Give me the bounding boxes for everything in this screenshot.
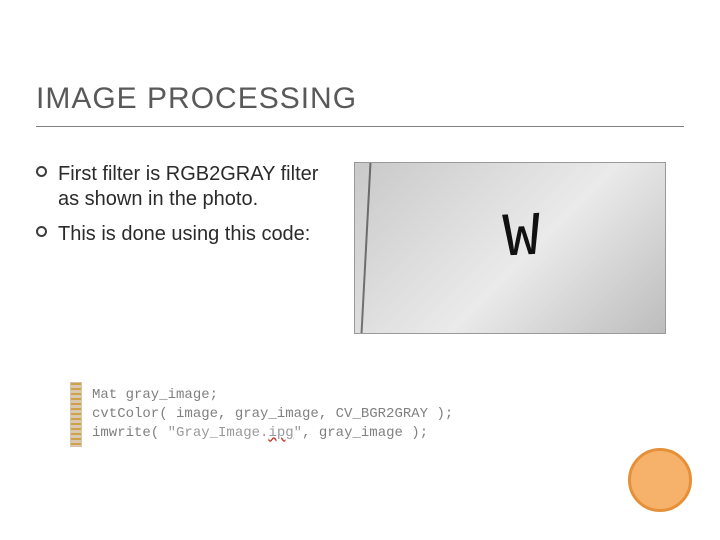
bullet-text: First filter is RGB2GRAY filter as shown…: [58, 163, 318, 210]
code-line: cvtColor( image, gray_image, CV_BGR2GRAY…: [92, 406, 453, 422]
bullet-text: This is done using this code:: [58, 223, 310, 245]
code-text: Mat gray_image; cvtColor( image, gray_im…: [82, 382, 590, 447]
spellcheck-underline-icon: ipg: [268, 425, 293, 441]
bullet-icon: [36, 166, 47, 177]
grayscale-photo: W: [354, 162, 666, 334]
accent-circle-icon: [628, 448, 692, 512]
page-title: IMAGE PROCESSING: [36, 82, 684, 127]
content-row: First filter is RGB2GRAY filter as shown…: [36, 162, 684, 334]
bullet-list: First filter is RGB2GRAY filter as shown…: [36, 162, 336, 334]
code-line: imwrite( "Gray_Image.ipg", gray_image );: [92, 425, 428, 441]
code-block: Mat gray_image; cvtColor( image, gray_im…: [70, 382, 590, 447]
photo-container: W: [354, 162, 684, 334]
code-line: Mat gray_image;: [92, 387, 218, 403]
paper-edge: [361, 163, 372, 333]
slide: IMAGE PROCESSING First filter is RGB2GRA…: [0, 0, 720, 540]
letter-w: W: [502, 201, 543, 274]
list-item: This is done using this code:: [36, 222, 336, 247]
bullet-icon: [36, 226, 47, 237]
list-item: First filter is RGB2GRAY filter as shown…: [36, 162, 336, 212]
code-ruler-icon: [70, 382, 82, 447]
